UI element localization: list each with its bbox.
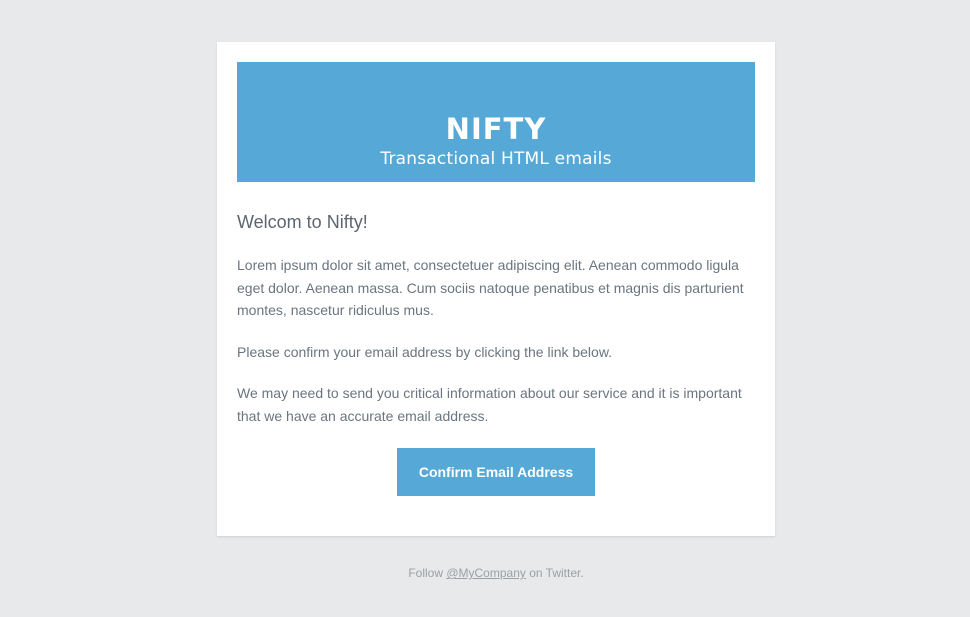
email-card: NIFTY Transactional HTML emails Welcom t…	[217, 42, 775, 536]
confirm-instruction: Please confirm your email address by cli…	[237, 343, 613, 360]
cta-container: Confirm Email Address	[217, 448, 775, 496]
importance-paragraph: We may need to send you critical informa…	[237, 385, 742, 424]
email-heading: Welcom to Nifty!	[237, 212, 368, 232]
brand-title: NIFTY	[445, 112, 547, 146]
brand-tagline: Transactional HTML emails	[380, 149, 612, 169]
footer: Follow @MyCompany on Twitter.	[217, 566, 775, 580]
footer-prefix: Follow	[408, 566, 447, 580]
confirm-email-button[interactable]: Confirm Email Address	[397, 448, 595, 496]
footer-suffix: on Twitter.	[525, 566, 584, 580]
intro-paragraph: Lorem ipsum dolor sit amet, consectetuer…	[237, 257, 744, 318]
header-banner: NIFTY Transactional HTML emails	[237, 62, 755, 182]
twitter-link[interactable]: @MyCompany	[446, 566, 526, 580]
email-body: Welcom to Nifty! Lorem ipsum dolor sit a…	[237, 210, 755, 446]
